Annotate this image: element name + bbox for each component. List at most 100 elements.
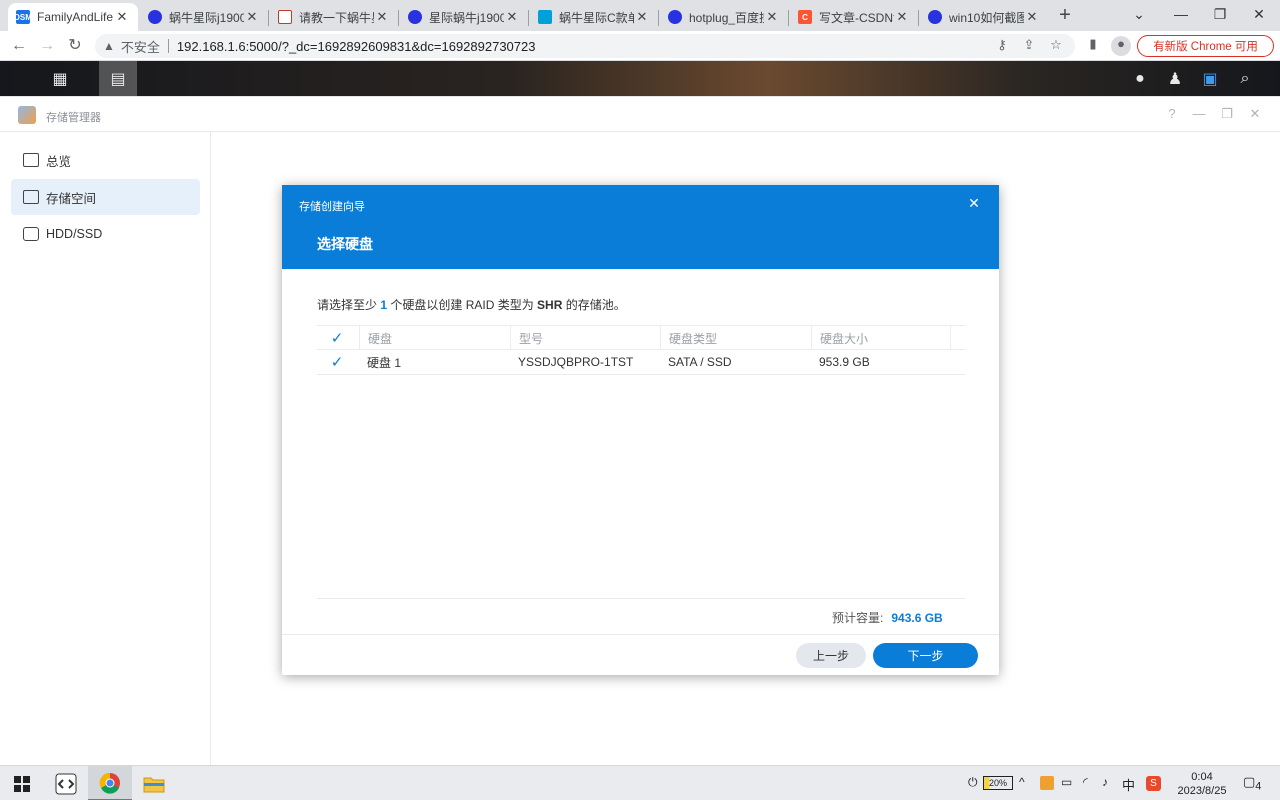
tab-snail-c[interactable]: 蜗牛星际C款单 ✕	[530, 3, 658, 31]
sidepanel-icon[interactable]: ▮	[1083, 36, 1103, 56]
close-icon[interactable]: ✕	[764, 9, 780, 25]
tab-divider	[788, 10, 789, 26]
new-tab-button[interactable]: +	[1054, 4, 1076, 26]
sogou-input-icon[interactable]: S	[1146, 776, 1161, 791]
tab-title: hotplug_百度搜	[689, 10, 764, 25]
url-text[interactable]: 192.168.1.6:5000/?_dc=1692892609831&dc=1…	[177, 39, 536, 54]
instruction-pre: 请选择至少	[317, 298, 381, 312]
house-icon	[278, 10, 292, 24]
close-icon[interactable]: ✕	[114, 9, 130, 25]
column-size[interactable]: 硬盘大小	[811, 326, 951, 350]
column-type[interactable]: 硬盘类型	[660, 326, 811, 350]
storage-manager-app-icon	[18, 106, 36, 124]
browser-tab-strip: DSM FamilyAndLife ✕ 蜗牛星际j1900 ✕ 请教一下蜗牛星 …	[0, 0, 1280, 31]
csdn-icon: C	[798, 10, 812, 24]
tab-title: 请教一下蜗牛星	[299, 10, 374, 25]
widgets-icon[interactable]: ▣	[1191, 61, 1229, 96]
close-icon[interactable]: ✕	[894, 9, 910, 25]
battery-icon[interactable]: ▭	[1061, 775, 1072, 789]
overview-icon	[23, 153, 39, 167]
column-model[interactable]: 型号	[510, 326, 661, 350]
system-clock[interactable]: 0:04 2023/8/25	[1170, 770, 1234, 798]
select-all-checkbox[interactable]: ✓	[323, 326, 359, 350]
table-row[interactable]: ✓ 硬盘 1 YSSDJQBPRO-1TST SATA / SSD 953.9 …	[317, 350, 965, 375]
table-header: ✓ 硬盘 型号 硬盘类型 硬盘大小	[317, 325, 965, 350]
instruction-mid: 个硬盘以创建 RAID 类型为	[387, 298, 538, 312]
reload-icon[interactable]: ↻	[64, 35, 86, 57]
windows-taskbar: ⏻ 20% ^ ▭ ◜ ♪ 中 S 0:04 2023/8/25 ▢4	[0, 765, 1280, 800]
close-icon[interactable]: ✕	[504, 9, 520, 25]
storage-icon	[23, 190, 39, 204]
close-icon[interactable]: ✕	[634, 9, 650, 25]
tab-snail-j1900[interactable]: 蜗牛星际j1900 ✕	[140, 3, 268, 31]
address-bar[interactable]: ▲ 不安全 192.168.1.6:5000/?_dc=169289260983…	[95, 34, 1075, 58]
row-checkbox[interactable]: ✓	[323, 350, 359, 374]
close-icon[interactable]: ✕	[244, 9, 260, 25]
sidebar-item-storage[interactable]: 存储空间	[11, 179, 200, 215]
sidebar-item-label: HDD/SSD	[46, 227, 103, 241]
sidebar-item-label: 存储空间	[46, 191, 97, 206]
restore-icon[interactable]: ❐	[1219, 106, 1235, 122]
chrome-update-button[interactable]: 有新版 Chrome 可用	[1137, 35, 1274, 57]
key-icon[interactable]: ⚷	[992, 37, 1012, 53]
battery-indicator[interactable]: 20%	[983, 776, 1013, 790]
capacity-label: 预计容量:	[832, 611, 884, 625]
sidebar-item-hdd-ssd[interactable]: HDD/SSD	[11, 216, 200, 252]
previous-button[interactable]: 上一步	[796, 643, 866, 668]
wizard-header: 存储创建向导 选择硬盘 ✕	[282, 185, 999, 269]
cell-model: YSSDJQBPRO-1TST	[518, 355, 634, 369]
user-icon[interactable]: ♟	[1156, 61, 1194, 96]
star-icon[interactable]: ☆	[1046, 37, 1066, 53]
minimize-button[interactable]: —	[1159, 0, 1203, 28]
divider	[317, 598, 965, 599]
tab-title: win10如何截图	[949, 10, 1024, 25]
tab-csdn[interactable]: C 写文章-CSDN博 ✕	[790, 3, 918, 31]
bilibili-tv-icon	[538, 10, 552, 24]
help-icon[interactable]: ?	[1164, 106, 1180, 121]
warning-icon[interactable]: ▲	[103, 39, 115, 53]
close-icon[interactable]: ✕	[374, 9, 390, 25]
drive-icon	[23, 227, 39, 241]
search-icon[interactable]: ⌕	[1226, 61, 1264, 96]
instruction-text: 请选择至少 1 个硬盘以创建 RAID 类型为 SHR 的存储池。	[317, 296, 626, 313]
wizard-footer: 上一步 下一步	[282, 634, 999, 675]
tab-hotplug[interactable]: hotplug_百度搜 ✕	[660, 3, 788, 31]
share-icon[interactable]: ⇪	[1019, 37, 1039, 53]
column-disk[interactable]: 硬盘	[359, 326, 510, 350]
tab-win10[interactable]: win10如何截图 ✕	[920, 3, 1048, 31]
minimize-icon[interactable]: —	[1191, 106, 1207, 121]
tab-divider	[268, 10, 269, 26]
power-plug-icon[interactable]: ⏻	[968, 775, 978, 790]
restore-button[interactable]: ❐	[1198, 0, 1242, 28]
forward-arrow-icon[interactable]: →	[36, 35, 58, 57]
volume-icon[interactable]: ♪	[1102, 775, 1108, 789]
chevron-down-icon[interactable]: ⌄	[1117, 0, 1161, 28]
column-spacer	[950, 326, 965, 350]
storage-manager-icon[interactable]: ▤	[99, 61, 137, 96]
close-icon[interactable]: ✕	[1024, 9, 1040, 25]
tab-ask-snail[interactable]: 请教一下蜗牛星 ✕	[270, 3, 398, 31]
tab-familyandlife[interactable]: DSM FamilyAndLife ✕	[8, 3, 138, 31]
chevron-up-icon[interactable]: ^	[1019, 775, 1025, 789]
back-arrow-icon[interactable]: ←	[8, 35, 30, 57]
tab-star-snail[interactable]: 星际蜗牛j1900 ✕	[400, 3, 528, 31]
app-title: 存储管理器	[46, 112, 101, 124]
tray-app-icon[interactable]	[1040, 776, 1054, 790]
remote-desktop-icon[interactable]	[44, 766, 88, 800]
chat-icon[interactable]: ●	[1121, 61, 1159, 96]
insecure-label[interactable]: 不安全	[121, 37, 160, 56]
wifi-icon[interactable]: ◜	[1083, 775, 1088, 789]
notification-icon[interactable]: ▢4	[1243, 774, 1261, 793]
baidu-paw-icon	[408, 10, 422, 24]
ime-indicator[interactable]: 中	[1122, 775, 1135, 794]
close-icon[interactable]: ✕	[966, 195, 982, 212]
chrome-icon[interactable]	[88, 766, 132, 800]
main-menu-icon[interactable]: ▦	[41, 61, 79, 96]
windows-start-icon[interactable]	[0, 766, 44, 800]
file-explorer-icon[interactable]	[132, 766, 176, 800]
next-button[interactable]: 下一步	[873, 643, 978, 668]
close-icon[interactable]: ✕	[1247, 106, 1263, 122]
sidebar-item-overview[interactable]: 总览	[11, 142, 200, 178]
profile-avatar-icon[interactable]: ●	[1111, 36, 1131, 56]
close-window-button[interactable]: ✕	[1237, 0, 1280, 28]
